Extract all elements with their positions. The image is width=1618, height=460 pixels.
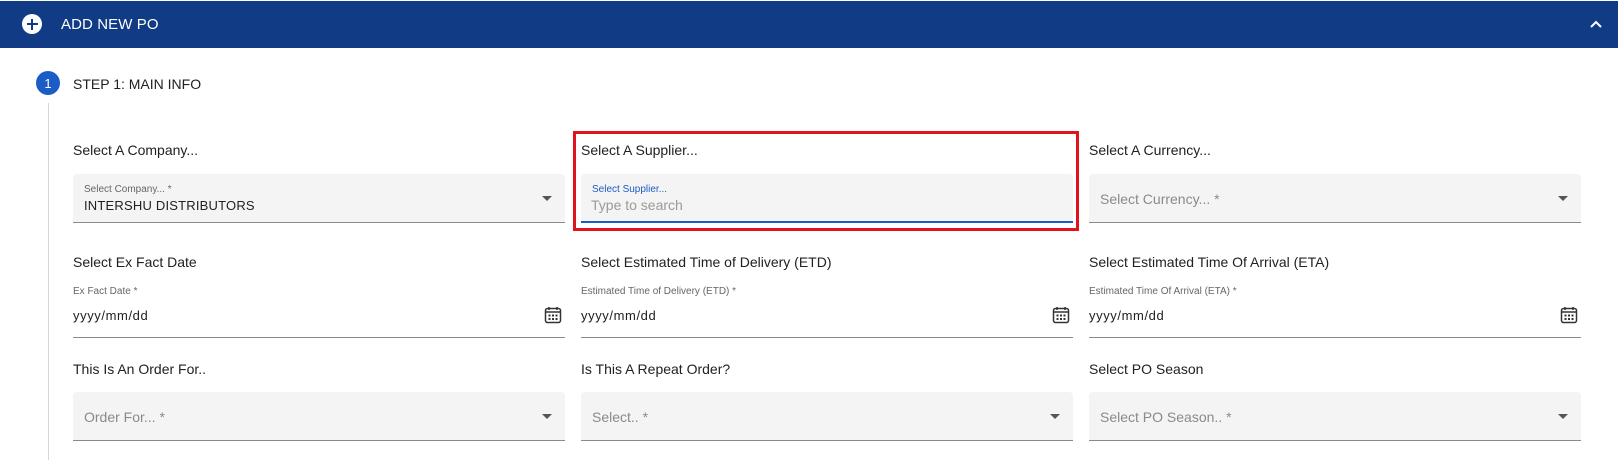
dropdown-arrow-icon[interactable] [542,196,552,201]
eta-float-label: Estimated Time Of Arrival (ETA) * [1089,286,1237,297]
order-for-select[interactable]: Order For... * [73,392,565,441]
step-connector-line [48,103,49,460]
ex-fact-date-value: yyyy/mm/dd [73,308,149,323]
supplier-autocomplete[interactable]: Select Supplier... [581,174,1073,223]
etd-label: Select Estimated Time of Delivery (ETD) [581,254,832,270]
currency-placeholder: Select Currency... * [1100,191,1220,207]
eta-value: yyyy/mm/dd [1089,308,1165,323]
ex-fact-date-input[interactable]: Ex Fact Date * yyyy/mm/dd [73,280,565,338]
plus-circle-icon[interactable] [22,14,42,34]
repeat-order-label: Is This A Repeat Order? [581,361,731,377]
repeat-order-select[interactable]: Select.. * [581,392,1073,441]
currency-select[interactable]: Select Currency... * [1089,174,1581,223]
etd-value: yyyy/mm/dd [581,308,657,323]
company-float-label: Select Company... * [84,184,172,195]
calendar-icon[interactable] [1051,305,1071,325]
ex-fact-date-float-label: Ex Fact Date * [73,286,138,297]
dropdown-arrow-icon[interactable] [1558,414,1568,419]
etd-float-label: Estimated Time of Delivery (ETD) * [581,286,737,297]
order-for-label: This Is An Order For.. [73,361,207,377]
po-season-select[interactable]: Select PO Season.. * [1089,392,1581,441]
supplier-float-label: Select Supplier... [592,184,668,195]
company-select[interactable]: Select Company... * INTERSHU DISTRIBUTOR… [73,174,565,223]
po-season-placeholder: Select PO Season.. * [1100,409,1232,425]
order-for-placeholder: Order For... * [84,409,165,425]
currency-label: Select A Currency... [1089,142,1211,158]
eta-date-input[interactable]: Estimated Time Of Arrival (ETA) * yyyy/m… [1089,280,1581,338]
eta-label: Select Estimated Time Of Arrival (ETA) [1089,254,1330,270]
po-season-label: Select PO Season [1089,361,1204,377]
step-number-badge: 1 [36,71,60,95]
dropdown-arrow-icon[interactable] [1050,414,1060,419]
ex-fact-date-label: Select Ex Fact Date [73,254,197,270]
chevron-up-icon[interactable] [1586,14,1606,34]
step-title: STEP 1: MAIN INFO [73,76,202,92]
header-title: ADD NEW PO [61,16,159,33]
calendar-icon[interactable] [1559,305,1579,325]
add-new-po-header[interactable]: ADD NEW PO [0,1,1618,48]
repeat-order-placeholder: Select.. * [592,409,649,425]
company-label: Select A Company... [73,142,199,158]
supplier-search-input[interactable] [591,196,1031,214]
etd-date-input[interactable]: Estimated Time of Delivery (ETD) * yyyy/… [581,280,1073,338]
dropdown-arrow-icon[interactable] [542,414,552,419]
supplier-label: Select A Supplier... [581,142,698,158]
dropdown-arrow-icon[interactable] [1558,196,1568,201]
company-value: INTERSHU DISTRIBUTORS [84,198,255,213]
calendar-icon[interactable] [543,305,563,325]
